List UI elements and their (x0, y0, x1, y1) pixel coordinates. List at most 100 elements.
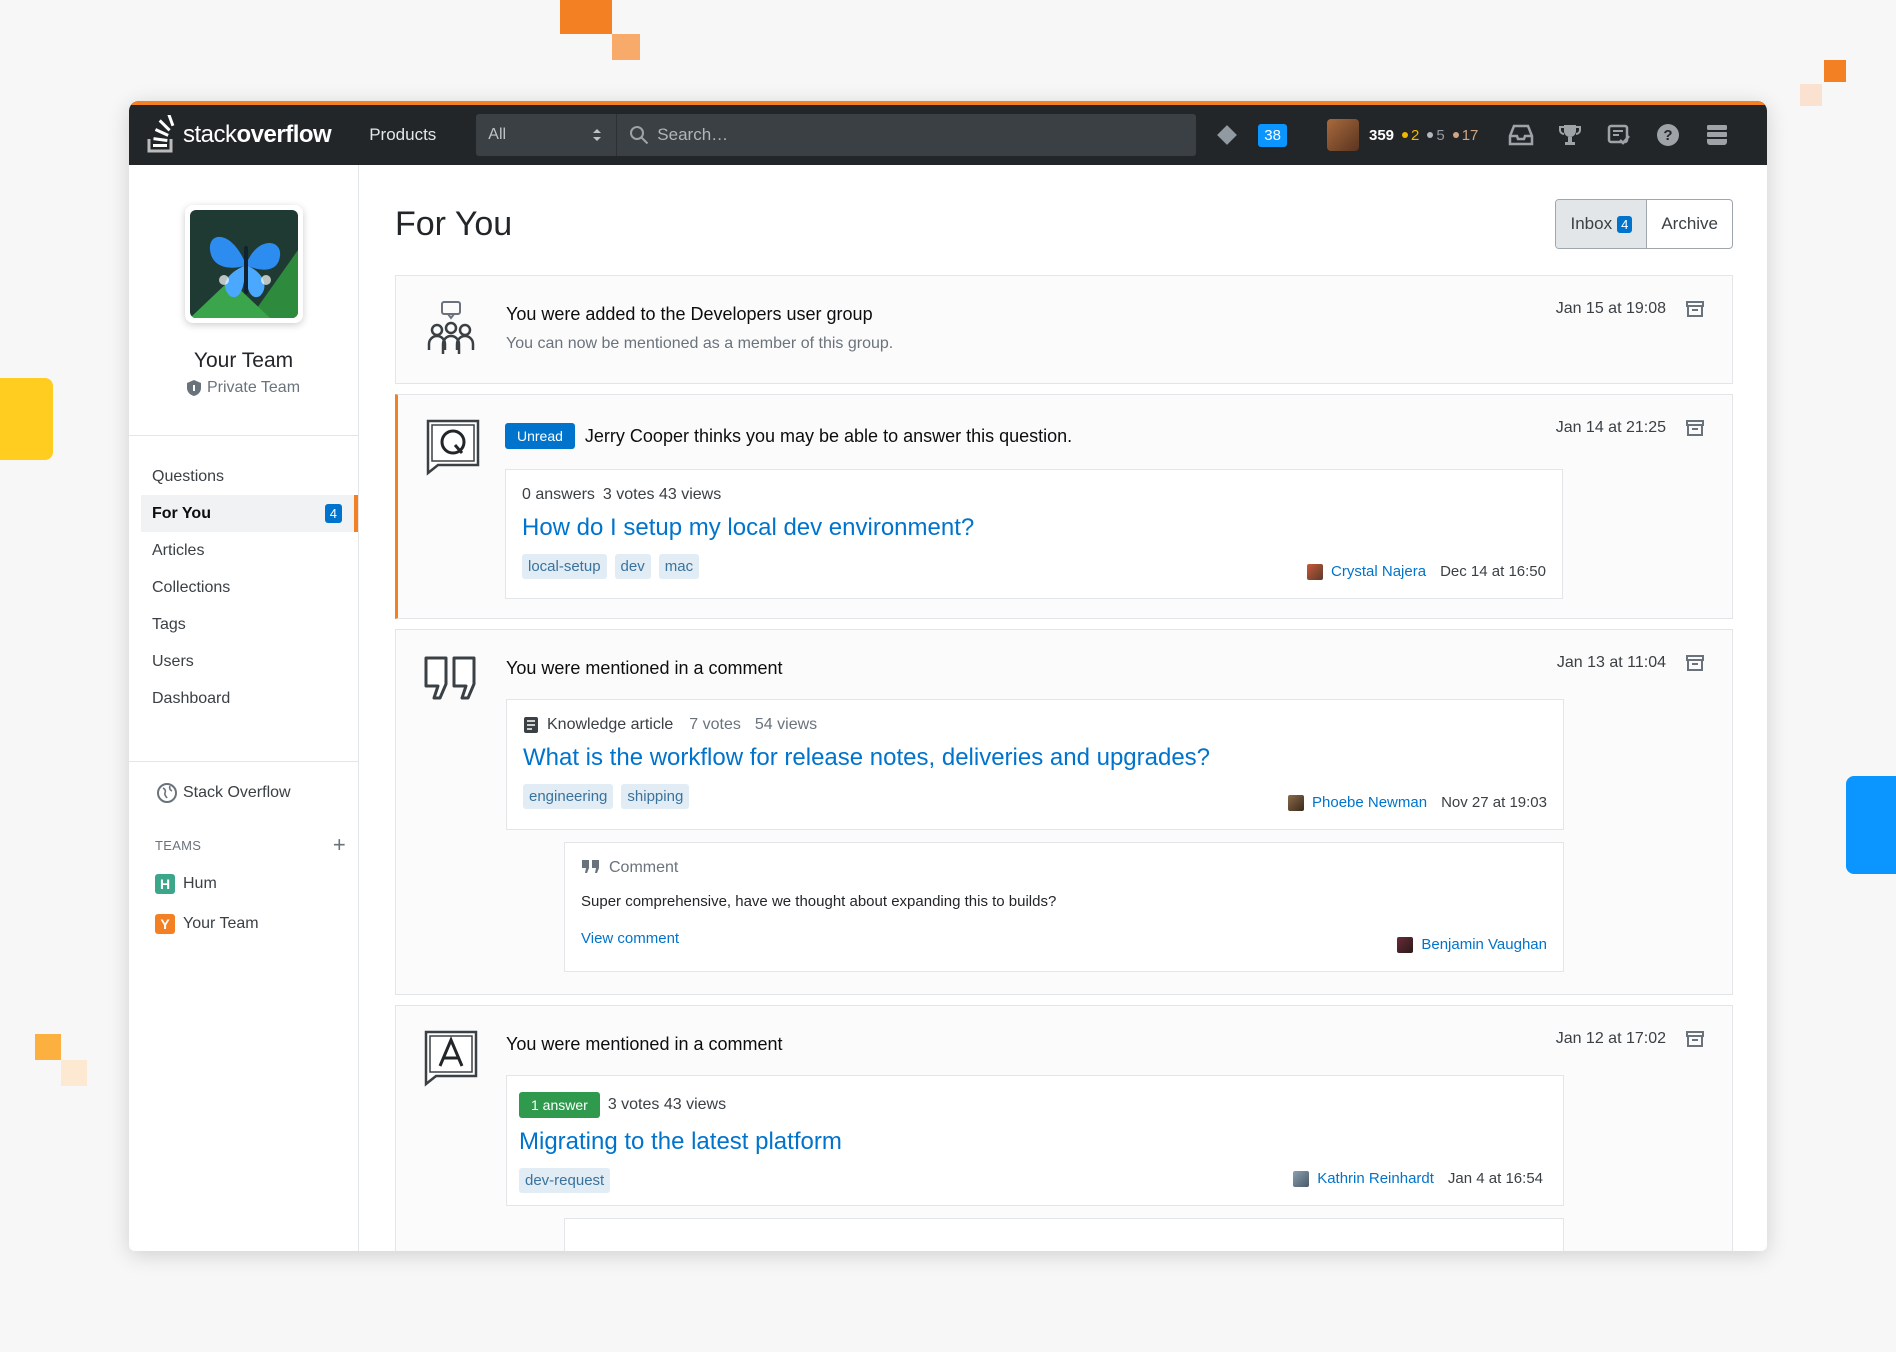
page-title: For You (395, 204, 513, 243)
main-content: For You Inbox 4 Archive Jan 15 at 19:08 Y… (359, 165, 1767, 1251)
post-title-link[interactable]: What is the workflow for release notes, … (523, 744, 1547, 772)
post-owner: Phoebe Newman Nov 27 at 19:03 (1288, 794, 1547, 811)
post-title-link[interactable]: How do I setup my local dev environment? (522, 514, 1546, 542)
notification-time: Jan 13 at 11:04 (1556, 654, 1666, 671)
tag[interactable]: local-setup (522, 554, 607, 579)
post-stats: 0 answers 3 votes 43 views (522, 486, 722, 503)
for-you-count-badge: 4 (324, 504, 342, 523)
decor-square (1800, 84, 1822, 106)
post-stats: Knowledge article 7 votes 54 views (523, 716, 1547, 734)
archive-icon[interactable] (1686, 419, 1704, 437)
user-link[interactable]: Crystal Najera (1331, 563, 1426, 580)
notification-body: You were mentioned in a comment 1 answer… (396, 1006, 1732, 1251)
bronze-badges: 17 (1452, 127, 1478, 144)
sidebar-nav: Questions For You 4 Articles Collections … (129, 436, 358, 762)
notification-title: Unread Jerry Cooper thinks you may be ab… (505, 423, 1568, 449)
notification-time: Jan 14 at 21:25 (1555, 419, 1666, 436)
post-title-link[interactable]: Migrating to the latest platform (519, 1128, 1547, 1156)
sidebar-item-tags[interactable]: Tags (141, 606, 358, 643)
reputation: 359 (1368, 126, 1395, 144)
tag[interactable]: dev-request (519, 1168, 611, 1193)
team-name: Your Team (193, 349, 294, 372)
gold-badges: 2 (1402, 127, 1419, 144)
notification-card: Jan 12 at 17:02 You were mentioned in a … (395, 1005, 1733, 1251)
inbox-tab[interactable]: Inbox 4 (1556, 200, 1648, 248)
search-bar: All (476, 114, 1197, 156)
post-date: Nov 27 at 19:03 (1441, 794, 1547, 811)
sidebar-item-articles[interactable]: Articles (141, 532, 358, 569)
answer-count-badge: 1 answer (519, 1092, 600, 1118)
post-stats: 1 answer 3 votes 43 views (519, 1092, 1547, 1118)
butterfly-icon (189, 210, 298, 318)
archive-tab[interactable]: Archive (1647, 200, 1732, 248)
comment-text: Super comprehensive, have we thought abo… (581, 893, 1057, 910)
scope-value: All (488, 126, 507, 143)
tag[interactable]: engineering (523, 784, 614, 809)
question-summary: 0 answers 3 votes 43 views How do I setup… (505, 469, 1563, 599)
decor-square (612, 34, 640, 60)
top-bar: stackoverflow Products All 38 359 2 5 17 (129, 101, 1767, 165)
products-link[interactable]: Products (369, 125, 436, 145)
sidebar-item-dashboard[interactable]: Dashboard (141, 680, 358, 717)
decor-square (1824, 60, 1846, 82)
avatar[interactable] (1397, 936, 1414, 953)
svg-text:?: ? (1664, 127, 1673, 144)
logo[interactable]: stackoverflow (145, 105, 332, 165)
quote-icon (582, 860, 599, 873)
review-queue-icon[interactable] (1606, 122, 1632, 148)
search-scope-select[interactable]: All (476, 114, 617, 156)
user-link[interactable]: Phoebe Newman (1312, 794, 1427, 811)
search-input[interactable] (657, 125, 1158, 145)
notification-count-badge[interactable]: 38 (1258, 123, 1287, 147)
post-owner: Crystal Najera Dec 14 at 16:50 (1307, 563, 1546, 580)
help-icon[interactable]: ? (1655, 122, 1681, 148)
globe-icon (157, 783, 177, 803)
notification-subtitle: You can now be mentioned as a member of … (506, 335, 894, 352)
search-box (616, 114, 1197, 156)
archive-icon[interactable] (1686, 654, 1704, 672)
tag[interactable]: dev (614, 554, 651, 579)
sidebar-item-questions[interactable]: Questions (141, 458, 358, 495)
user-link[interactable]: Kathrin Reinhardt (1317, 1170, 1434, 1187)
team-item-your-team[interactable]: Y Your Team (129, 904, 358, 944)
sidebar-item-for-you[interactable]: For You 4 (141, 495, 358, 532)
question-summary: 1 answer 3 votes 43 views Migrating to t… (506, 1075, 1564, 1206)
notification-time: Jan 12 at 17:02 (1555, 1030, 1666, 1047)
site-switcher-icon[interactable] (1704, 122, 1730, 148)
team-logo[interactable] (184, 205, 303, 323)
user-link[interactable]: Benjamin Vaughan (1421, 936, 1547, 953)
sidebar-item-users[interactable]: Users (141, 643, 358, 680)
diamond-icon[interactable] (1217, 125, 1238, 145)
inbox-icon[interactable] (1508, 122, 1534, 148)
notification-card: Jan 14 at 21:25 Unread Jerry Cooper thin… (395, 394, 1733, 619)
silver-badges: 5 (1427, 127, 1445, 144)
add-team-icon[interactable]: + (333, 832, 346, 858)
topbar-icons: 38 359 2 5 17 ? (1217, 119, 1730, 151)
notification-body: Unread Jerry Cooper thinks you may be ab… (398, 395, 1732, 599)
app-window: stackoverflow Products All 38 359 2 5 17 (129, 101, 1767, 1251)
post-owner: Kathrin Reinhardt Jan 4 at 16:54 (1293, 1170, 1543, 1187)
logo-text: stackoverflow (183, 121, 332, 148)
archive-icon[interactable] (1686, 300, 1704, 318)
decor-square (35, 1034, 61, 1060)
avatar[interactable] (1326, 119, 1359, 151)
article-summary: Knowledge article 7 votes 54 views What … (506, 699, 1564, 830)
archive-icon[interactable] (1686, 1030, 1704, 1048)
tag[interactable]: shipping (621, 784, 690, 809)
tag[interactable]: mac (658, 554, 700, 579)
team-type: Private Team (129, 379, 358, 397)
avatar[interactable] (1288, 794, 1304, 811)
inbox-tab-count: 4 (1617, 215, 1633, 233)
stack-overflow-link[interactable]: Stack Overflow (129, 778, 358, 808)
team-badge-icon: Y (155, 914, 175, 934)
comment-box (564, 1218, 1564, 1251)
notification-body: You were added to the Developers user gr… (396, 276, 1732, 353)
avatar[interactable] (1307, 563, 1324, 580)
team-item-hum[interactable]: H Hum (129, 864, 358, 904)
shield-icon (186, 380, 201, 396)
avatar[interactable] (1293, 1170, 1310, 1187)
sidebar-item-collections[interactable]: Collections (141, 569, 358, 606)
user-group-icon (427, 301, 475, 354)
team-badge-icon: H (155, 874, 175, 894)
trophy-icon[interactable] (1557, 122, 1583, 148)
